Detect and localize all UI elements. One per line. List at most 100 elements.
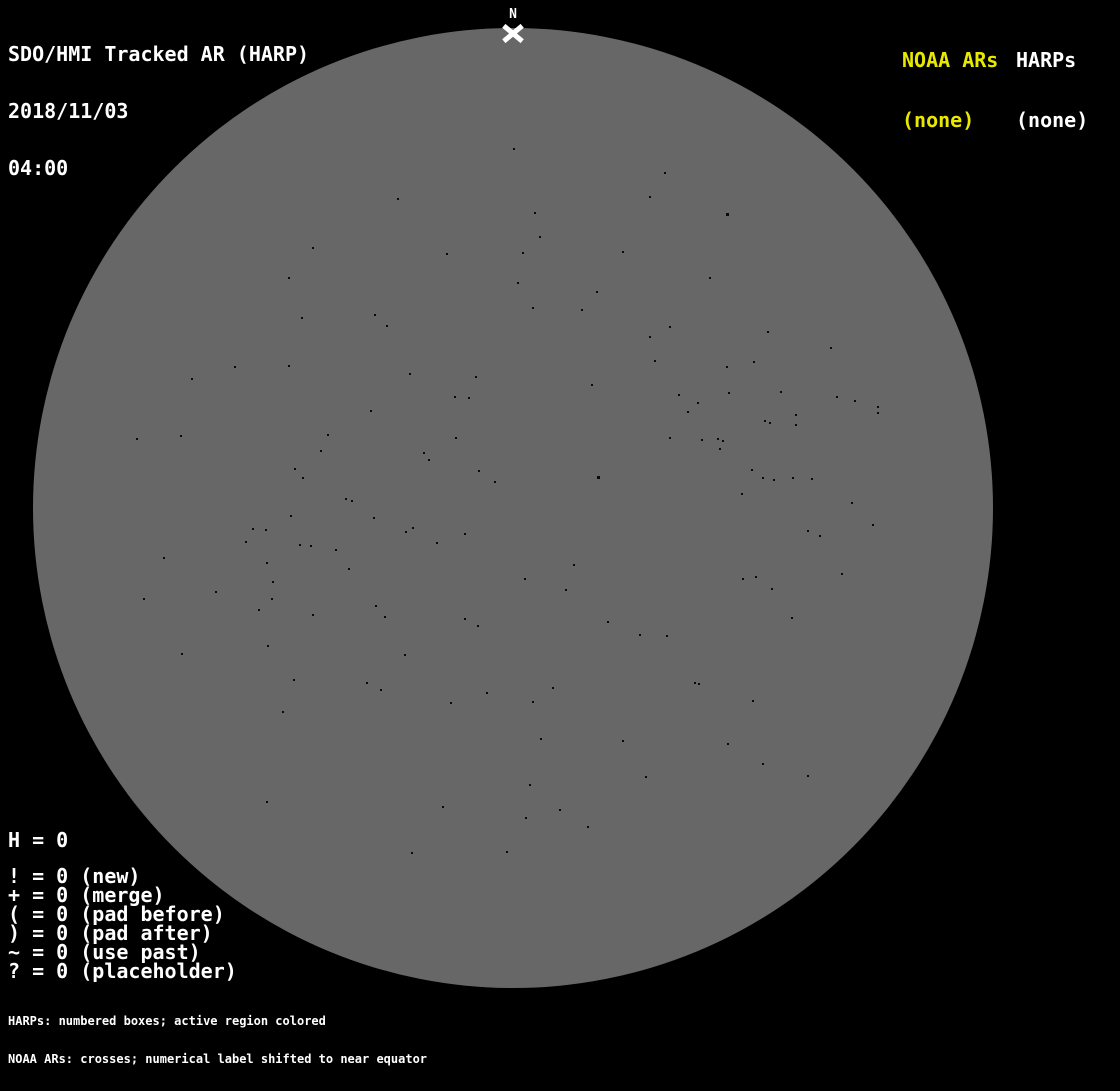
sunspot (791, 617, 793, 619)
sunspot (450, 702, 452, 704)
sunspot (290, 515, 292, 517)
sunspot (252, 528, 254, 530)
sunspot (728, 392, 730, 394)
sunspot (687, 411, 689, 413)
sunspot (596, 291, 598, 293)
sunspot (513, 148, 515, 150)
sunspot (299, 544, 301, 546)
sunspot (454, 396, 456, 398)
sunspot (694, 682, 696, 684)
sunspot (678, 394, 680, 396)
sunspot (373, 517, 375, 519)
sunspot (622, 740, 624, 742)
sunspot (807, 775, 809, 777)
sunspot (872, 524, 874, 526)
sunspot (725, 212, 729, 216)
north-label: N (509, 7, 517, 22)
sunspot (404, 654, 406, 656)
sunspot (717, 438, 719, 440)
sunspot (767, 331, 769, 333)
sunspot (587, 826, 589, 828)
sunspot (312, 247, 314, 249)
harps-counter: HARPs (none) (1016, 10, 1088, 170)
sunspot (446, 253, 448, 255)
sunspot (811, 478, 813, 480)
sunspot (877, 412, 879, 414)
sunspot (442, 806, 444, 808)
sunspot (436, 542, 438, 544)
sunspot (751, 469, 753, 471)
sunspot (143, 598, 145, 600)
harp-count: H = 0 (8, 828, 69, 852)
sunspot (532, 701, 534, 703)
sunspot (552, 687, 554, 689)
sunspot (409, 373, 411, 375)
sunspot (522, 252, 524, 254)
harps-label: HARPs (1016, 48, 1077, 72)
sunspot (792, 477, 794, 479)
sunspot (475, 376, 477, 378)
sunspot (762, 477, 764, 479)
sunspot (771, 588, 773, 590)
sunspot (366, 682, 368, 684)
sunspot (302, 477, 304, 479)
sunspot (795, 424, 797, 426)
sunspot (698, 683, 700, 685)
sunspot (851, 502, 853, 504)
sunspot (664, 172, 666, 174)
sunspot (540, 738, 542, 740)
sunspot (180, 435, 182, 437)
sunspot (345, 498, 347, 500)
sunspot (596, 475, 600, 479)
sunspot (374, 314, 376, 316)
sunspot (266, 801, 268, 803)
sunspot (539, 236, 541, 238)
sunspot (423, 452, 425, 454)
sunspot (136, 438, 138, 440)
sunspot (506, 851, 508, 853)
footer-harps-note: HARPs: numbered boxes; active region col… (8, 1014, 326, 1028)
sunspot (773, 479, 775, 481)
sunspot (234, 366, 236, 368)
sunspot (478, 470, 480, 472)
noaa-ars-counter: NOAA ARs (none) (902, 10, 998, 170)
sunspot (320, 450, 322, 452)
sunspot (370, 410, 372, 412)
sunspot (271, 598, 273, 600)
sunspot (649, 336, 651, 338)
footer-noaa-note: NOAA ARs: crosses; numerical label shift… (8, 1051, 428, 1066)
sunspot (464, 533, 466, 535)
sunspot (412, 527, 414, 529)
sunspot (565, 589, 567, 591)
sunspot (267, 645, 269, 647)
sunspot (719, 448, 721, 450)
sunspot (762, 763, 764, 765)
sunspot (559, 809, 561, 811)
solar-disk-view: SDO/HMI Tracked AR (HARP) 2018/11/03 04:… (0, 0, 1120, 1065)
noaa-ars-label: NOAA ARs (902, 48, 999, 72)
sunspot (411, 852, 413, 854)
sunspot (181, 653, 183, 655)
sunspot (191, 378, 193, 380)
legend-item: ? = 0 (placeholder) (8, 959, 237, 983)
sunspot (807, 530, 809, 532)
legend: ! = 0 (new) + = 0 (merge)( = 0 (pad befor… (8, 866, 237, 983)
sunspot (795, 414, 797, 416)
sunspot (428, 459, 430, 461)
sunspot (525, 817, 527, 819)
sunspot (375, 605, 377, 607)
sunspot (464, 618, 466, 620)
sunspot (310, 545, 312, 547)
sunspot (726, 366, 728, 368)
sunspot (666, 635, 668, 637)
sunspot (709, 277, 711, 279)
sunspot (405, 531, 407, 533)
sunspot (386, 325, 388, 327)
sunspot (669, 437, 671, 439)
sunspot (755, 576, 757, 578)
sunspot (351, 500, 353, 502)
sunspot (764, 420, 766, 422)
sunspot (836, 396, 838, 398)
sunspot (245, 541, 247, 543)
noaa-ars-value: (none) (902, 108, 975, 132)
